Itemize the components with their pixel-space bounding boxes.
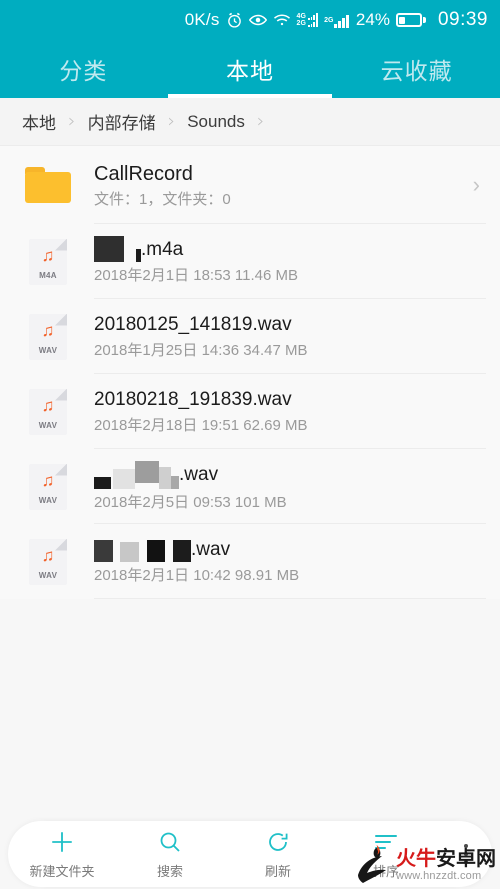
file-name: 20180125_141819.wav [94, 314, 292, 335]
redacted-filename [94, 236, 141, 262]
tab-local[interactable]: 本地 [167, 40, 334, 98]
new-folder-button[interactable]: 新建文件夹 [8, 829, 116, 880]
wav-file-icon: ♫ WAV [22, 388, 74, 435]
breadcrumb-item-sounds[interactable]: Sounds [187, 112, 245, 132]
sort-label: 排序 [372, 863, 399, 879]
wav-file-icon: ♫ WAV [22, 313, 74, 360]
signal-4g-icon: 4G 2G [297, 13, 319, 27]
wav-file-icon: ♫ WAV [22, 538, 74, 585]
chevron-right-icon: › [472, 172, 480, 197]
search-button[interactable]: 搜索 [116, 829, 224, 880]
row-divider [94, 598, 486, 599]
chevron-right-icon: › [256, 110, 265, 132]
wav-file-icon: ♫ WAV [22, 463, 74, 510]
file-sub: 2018年2月1日 18:53 11.46 MB [94, 267, 299, 284]
chevron-right-icon: › [167, 110, 176, 132]
refresh-button[interactable]: 刷新 [224, 829, 332, 880]
redacted-filename [94, 461, 179, 489]
file-name: .wav [94, 538, 500, 562]
sort-icon [373, 829, 399, 855]
sort-button[interactable]: 排序 [332, 829, 440, 880]
bottom-toolbar: 新建文件夹 搜索 刷新 排序 火牛安卓网 www.hnzzdt.com [0, 817, 500, 889]
status-bar-clock: 09:39 [437, 9, 488, 30]
breadcrumb-item-local[interactable]: 本地 [22, 109, 56, 134]
eye-icon [248, 13, 267, 27]
new-folder-label: 新建文件夹 [29, 863, 95, 879]
list-item-file[interactable]: ♫ WAV .wav 2018年2月1日 10:42 98.91 MB [0, 524, 500, 599]
file-sub: 2018年2月5日 09:53 101 MB [94, 494, 287, 511]
battery-icon [395, 13, 426, 27]
file-name: .m4a [94, 236, 500, 262]
alarm-icon [226, 12, 243, 29]
folder-name: CallRecord [94, 162, 193, 185]
search-label: 搜索 [156, 863, 183, 879]
plus-icon [49, 829, 75, 855]
list-item-folder[interactable]: CallRecord 文件：1，文件夹：0 › [0, 146, 500, 224]
chevron-right-icon: › [68, 110, 76, 132]
wifi-icon [273, 13, 291, 27]
list-item-file[interactable]: ♫ M4A .m4a 2018年2月1日 18:53 11.46 MB [0, 224, 500, 299]
list-item-file[interactable]: ♫ WAV .wav 2018年2月5日 09:53 101 MB [0, 449, 500, 524]
file-name: 20180218_191839.wav [94, 389, 292, 410]
network-speed-text: 0K/s [184, 10, 220, 29]
folder-sub: 文件：1，文件夹：0 [94, 190, 231, 208]
file-sub: 2018年1月25日 14:36 34.47 MB [94, 342, 308, 359]
file-name-suffix: .wav [191, 539, 231, 560]
refresh-icon [266, 829, 290, 855]
file-ext-label: WAV [38, 495, 58, 505]
file-sub: 2018年2月18日 19:51 62.69 MB [94, 417, 308, 434]
folder-icon [22, 167, 74, 203]
battery-percent-text: 24% [355, 10, 390, 29]
overflow-menu-icon[interactable] [440, 844, 492, 864]
refresh-label: 刷新 [264, 863, 291, 879]
tab-cloud-favorites[interactable]: 云收藏 [333, 40, 500, 98]
file-name-suffix: .m4a [141, 239, 184, 260]
tab-categories[interactable]: 分类 [0, 40, 167, 98]
breadcrumb-item-internal-storage[interactable]: 内部存储 [88, 109, 156, 134]
search-icon [158, 829, 182, 855]
file-name: .wav [94, 461, 500, 489]
redacted-filename [94, 538, 191, 562]
file-list: CallRecord 文件：1，文件夹：0 › ♫ M4A .m4a 2018年… [0, 146, 500, 599]
status-bar: 0K/s 4G 2G 2G 24% 09:39 [0, 0, 500, 40]
tab-bar: 分类 本地 云收藏 [0, 40, 500, 98]
file-ext-label: WAV [38, 345, 58, 355]
list-item-file[interactable]: ♫ WAV 20180218_191839.wav 2018年2月18日 19:… [0, 374, 500, 449]
file-name-suffix: .wav [179, 464, 219, 485]
file-ext-label: WAV [38, 420, 58, 430]
breadcrumb: 本地 › 内部存储 › Sounds › [0, 98, 500, 146]
file-manager-screen: 0K/s 4G 2G 2G 24% 09:39 分类 本地 云收藏 本地 › 内… [0, 0, 500, 889]
file-ext-label: WAV [38, 570, 58, 580]
m4a-file-icon: ♫ M4A [22, 238, 74, 285]
signal-2g-icon: 2G [324, 13, 349, 28]
list-item-file[interactable]: ♫ WAV 20180125_141819.wav 2018年1月25日 14:… [0, 299, 500, 374]
file-sub: 2018年2月1日 10:42 98.91 MB [94, 567, 300, 584]
file-ext-label: M4A [39, 270, 57, 280]
